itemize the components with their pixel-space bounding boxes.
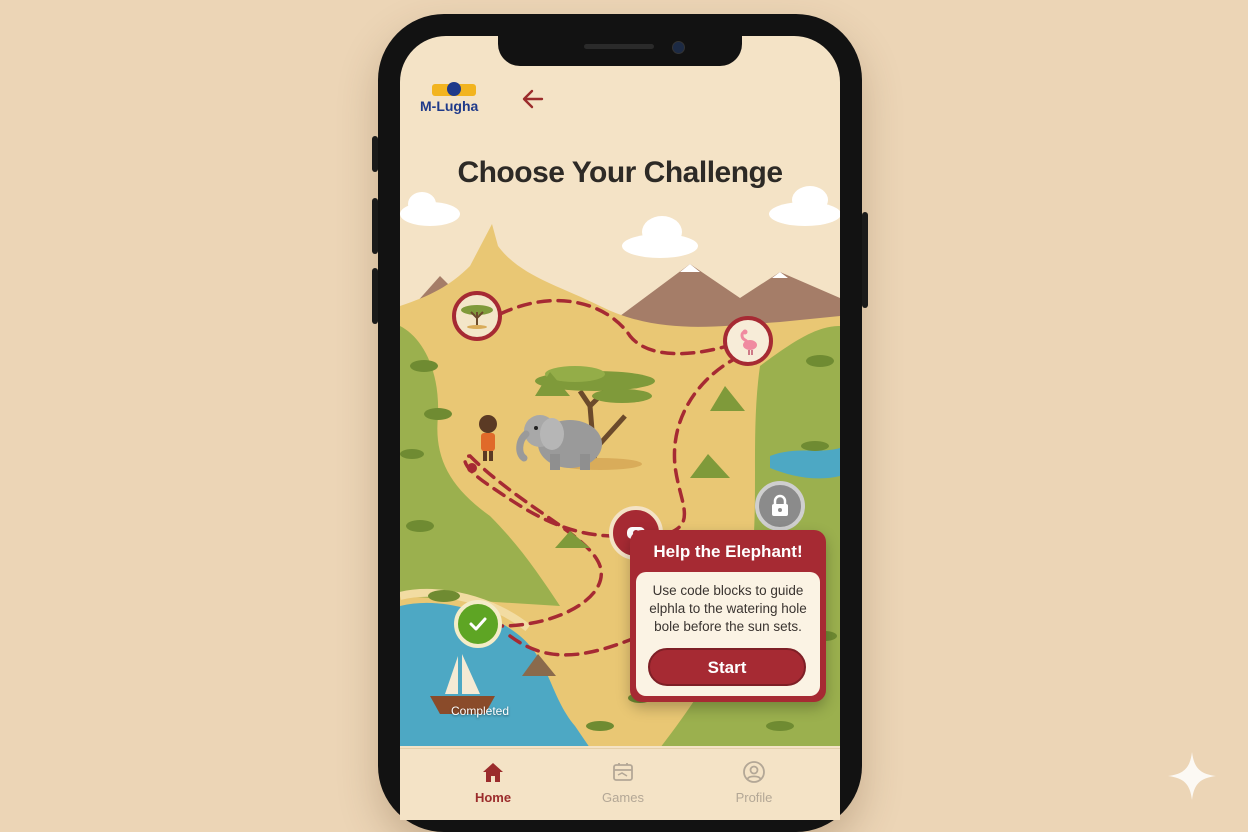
bottom-nav: Home Games Profile (400, 748, 840, 820)
popup-description: Use code blocks to guide elphla to the w… (649, 583, 807, 634)
completed-label: Completed (450, 704, 510, 718)
power-button (862, 212, 868, 308)
nav-profile[interactable]: Profile (699, 761, 809, 805)
start-button[interactable]: Start (648, 648, 806, 686)
home-icon (483, 763, 503, 782)
nav-home[interactable]: Home (438, 761, 548, 805)
speaker-grille (584, 44, 654, 49)
games-icon (613, 763, 633, 781)
acacia-tree-icon (461, 305, 493, 329)
popup-body: Use code blocks to guide elphla to the w… (636, 572, 820, 696)
level-node-locked[interactable] (755, 481, 805, 531)
clouds (400, 186, 840, 258)
flamingo-icon (740, 329, 757, 355)
level-node-flamingo[interactable] (723, 316, 773, 366)
volume-down-button (372, 268, 378, 324)
arrow-left-icon (522, 89, 544, 109)
sparkle-icon (1168, 752, 1216, 800)
lock-icon (772, 494, 788, 516)
nav-home-label: Home (474, 790, 512, 805)
back-button[interactable] (518, 86, 548, 116)
volume-up-button (372, 198, 378, 254)
nav-games[interactable]: Games (568, 761, 678, 805)
logo-text: M-Lugha (420, 98, 479, 114)
profile-icon (743, 761, 765, 783)
level-node-tree[interactable] (452, 291, 502, 341)
logo-dot (447, 82, 461, 96)
mute-switch (372, 136, 378, 172)
nav-games-label: Games (602, 790, 644, 805)
checkmark-icon (469, 617, 487, 631)
front-camera (672, 41, 685, 54)
phone-notch (498, 36, 742, 66)
popup-title: Help the Elephant! (653, 542, 803, 561)
nav-profile-label: Profile (735, 790, 773, 805)
app-logo: M-Lugha (420, 82, 490, 122)
app-screen: M-Lugha Choose Your Challenge Completed … (400, 36, 840, 820)
page-title: Choose Your Challenge (457, 156, 783, 189)
challenge-popup: Help the Elephant! Use code blocks to gu… (630, 530, 826, 702)
level-node-completed[interactable] (454, 600, 502, 648)
